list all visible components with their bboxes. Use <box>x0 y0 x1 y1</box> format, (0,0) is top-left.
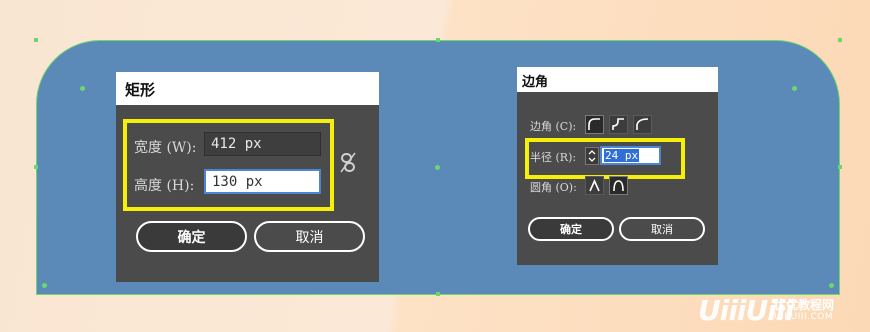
corner-type-label: 边角 (C): <box>530 120 577 133</box>
width-value: 412 px <box>211 136 262 152</box>
cancel-button-label: 取消 <box>651 223 673 236</box>
corner-widget[interactable] <box>42 283 47 288</box>
rectangle-dialog: 矩形 宽度 (W): 412 px 高度 (H): 130 px 确定 取消 <box>116 72 379 282</box>
relative-rounding-icon <box>589 179 600 192</box>
ok-button[interactable]: 确定 <box>136 221 247 252</box>
center-point <box>435 165 440 170</box>
bounding-box-handle[interactable] <box>838 165 842 169</box>
ok-button-label: 确定 <box>177 229 206 246</box>
rounded-corner-button[interactable] <box>585 115 604 134</box>
inverted-corner-button[interactable] <box>609 115 628 134</box>
bounding-box-handle[interactable] <box>34 38 38 42</box>
radius-label: 半径 (R): <box>530 151 577 164</box>
ok-button-label: 确定 <box>560 223 582 236</box>
dialog-title: 边角 <box>517 67 718 92</box>
height-field[interactable]: 130 px <box>204 169 321 194</box>
corner-widget[interactable] <box>80 86 85 91</box>
inverted-corner-icon <box>612 118 624 130</box>
corner-widget[interactable] <box>829 283 834 288</box>
relative-rounding-button[interactable] <box>585 176 604 195</box>
cancel-button[interactable]: 取消 <box>619 217 705 241</box>
absolute-rounding-icon <box>613 180 624 192</box>
stepper-arrows-icon <box>588 150 596 162</box>
height-label: 高度 (H): <box>134 178 195 194</box>
radius-value: 24 px <box>604 149 640 162</box>
watermark-url: UIIIUIII.COM <box>774 312 834 322</box>
bounding-box-handle[interactable] <box>838 38 842 42</box>
unlink-icon[interactable] <box>339 152 357 174</box>
absolute-rounding-button[interactable] <box>609 176 628 195</box>
cancel-button[interactable]: 取消 <box>254 221 365 252</box>
bounding-box-handle[interactable] <box>436 292 440 296</box>
watermark: UiiiUiii 优优教程网 UIIIUIII.COM <box>698 294 868 328</box>
width-field[interactable]: 412 px <box>204 132 321 156</box>
cancel-button-label: 取消 <box>295 229 324 246</box>
bounding-box-handle[interactable] <box>436 38 440 42</box>
rounded-corner-icon <box>588 118 600 130</box>
corner-widget[interactable] <box>792 86 797 91</box>
width-label: 宽度 (W): <box>134 140 197 156</box>
ok-button[interactable]: 确定 <box>528 217 614 241</box>
chamfer-corner-icon <box>636 118 649 130</box>
dialog-title: 矩形 <box>116 72 379 105</box>
radius-stepper[interactable] <box>585 147 599 165</box>
chamfer-corner-button[interactable] <box>633 115 652 134</box>
watermark-site-name: 优优教程网 <box>774 298 835 312</box>
radius-field[interactable]: 24 px <box>600 146 661 165</box>
rounding-label: 圆角 (O): <box>530 181 577 194</box>
height-value: 130 px <box>212 173 263 190</box>
bounding-box-handle[interactable] <box>34 165 38 169</box>
corners-dialog: 边角 边角 (C): 半径 (R): 24 px 圆角 (O): 确定 取消 <box>517 67 718 265</box>
